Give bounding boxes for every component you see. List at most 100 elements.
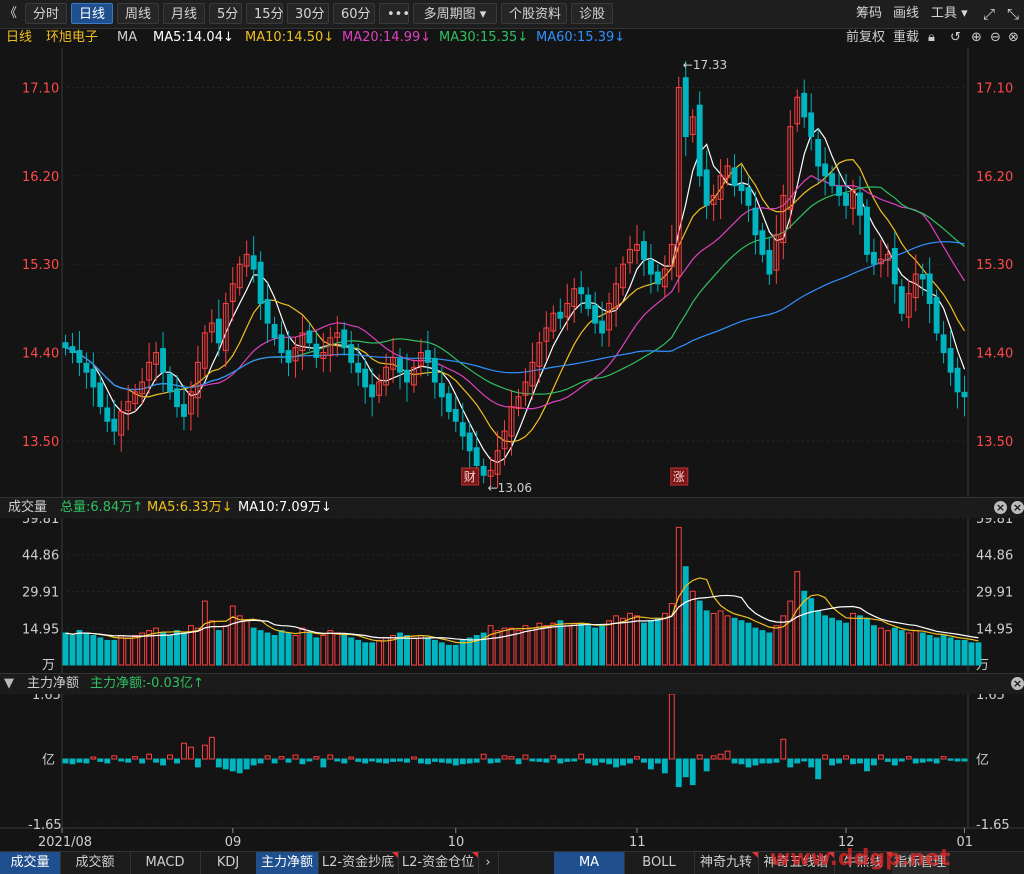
toolbar-button-6[interactable]: 30分 xyxy=(287,3,329,24)
volume-bar xyxy=(487,625,494,666)
double-chevron-left-icon[interactable]: 《 xyxy=(4,4,17,24)
flow-bar xyxy=(654,758,661,764)
candle-body xyxy=(215,318,222,344)
overlay-tab-5[interactable]: 指标管理 xyxy=(892,852,949,874)
expand-icon[interactable]: ⤢ xyxy=(983,4,995,24)
overlay-tab-0[interactable]: MA xyxy=(554,852,625,874)
flow-bar xyxy=(703,758,710,772)
flow-bar xyxy=(257,758,264,764)
indicator-tab-6[interactable]: L2-资金仓位 xyxy=(398,852,479,874)
flow-bar xyxy=(731,758,738,764)
volume-bar xyxy=(299,627,306,666)
overlay-tab-4[interactable]: 牛熊线 xyxy=(834,852,893,874)
toolbar-button-5[interactable]: 15分 xyxy=(246,3,284,24)
flow-bar xyxy=(738,758,745,765)
indicator-tab-0[interactable]: 成交量 xyxy=(0,852,61,874)
flow-bar xyxy=(264,755,271,760)
flow-bar xyxy=(843,755,849,760)
toolbar-button-7[interactable]: 60分 xyxy=(333,3,375,24)
volume-bar xyxy=(634,615,640,666)
toolbar-button-3[interactable]: 月线 xyxy=(163,3,205,24)
candle-body xyxy=(843,192,849,206)
toolbar-button-2[interactable]: 周线 xyxy=(117,3,159,24)
volume-bar xyxy=(424,637,431,666)
flow-bar xyxy=(320,758,327,768)
flow-bar xyxy=(919,758,926,763)
ma20-value: MA20:14.99↓ xyxy=(342,30,432,45)
close-icon[interactable]: ⊗ xyxy=(1008,28,1019,48)
indicator-tab-4[interactable]: 主力净额 xyxy=(256,852,319,874)
flow-bar xyxy=(313,756,320,760)
x-tick-label: 09 xyxy=(225,835,242,850)
candle-body xyxy=(174,388,180,408)
volume-bar xyxy=(529,627,536,666)
flow-title[interactable]: 主力净额 xyxy=(27,674,79,694)
flow-bar xyxy=(341,758,348,764)
tabs-next-icon[interactable]: › xyxy=(478,852,499,874)
flow-bar xyxy=(459,758,466,765)
indicator-name[interactable]: MA xyxy=(117,28,137,48)
flow-bar xyxy=(912,758,919,764)
volume-bar xyxy=(975,642,982,666)
stock-name[interactable]: 环旭电子 xyxy=(46,28,98,48)
ma10-line xyxy=(65,158,966,443)
collapse-down-icon[interactable]: ▼ xyxy=(4,674,14,694)
flow-bar xyxy=(606,758,613,765)
toolbar-button-1[interactable]: 日线 xyxy=(71,3,113,24)
candle-body xyxy=(745,187,752,206)
lock-icon[interactable]: 🔒︎ xyxy=(928,28,935,48)
indicator-tab-1[interactable]: 成交额 xyxy=(60,852,131,874)
flow-bar xyxy=(696,754,703,760)
flow-bar xyxy=(97,758,104,762)
flow-bar xyxy=(661,758,668,774)
toolbar-button-10[interactable]: 个股资料 xyxy=(501,3,567,24)
flow-bar xyxy=(508,756,515,760)
volume-close-icon[interactable]: × xyxy=(994,501,1007,514)
flow-bar xyxy=(759,758,766,764)
volume-tick-left: 29.91 xyxy=(22,585,59,600)
flow-bar xyxy=(752,758,759,766)
reload-button[interactable]: 重载 xyxy=(893,28,919,48)
qianfuquan-button[interactable]: 前复权 xyxy=(846,28,885,48)
candle-body xyxy=(696,104,703,177)
overlay-tab-2[interactable]: 神奇九转 xyxy=(694,852,759,874)
toolbar-button-11[interactable]: 诊股 xyxy=(571,3,613,24)
volume-title[interactable]: 成交量 xyxy=(8,498,47,518)
flow-bar xyxy=(870,758,877,766)
candle-body xyxy=(647,260,654,275)
toolbar-button-0[interactable]: 分时 xyxy=(25,3,67,24)
flow-bar xyxy=(383,758,390,764)
volume-bar xyxy=(250,627,257,666)
chouma-button[interactable]: 筹码 xyxy=(856,4,882,24)
candle-body xyxy=(829,173,836,187)
toolbar-button-9[interactable]: 多周期图 ▾ xyxy=(413,3,497,24)
toolbar-button-4[interactable]: 5分 xyxy=(209,3,242,24)
zoom-in-icon[interactable]: ⊕ xyxy=(971,28,982,48)
tools-menu[interactable]: 工具 ▾ xyxy=(931,4,968,24)
flow-bar xyxy=(794,758,801,764)
volume-close-icon-2[interactable]: × xyxy=(1011,501,1024,514)
overlay-tab-3[interactable]: 神奇五线谱 xyxy=(758,852,835,874)
volume-bar xyxy=(620,617,626,666)
zoom-out-icon[interactable]: ⊖ xyxy=(990,28,1001,48)
indicator-tab-3[interactable]: KDJ xyxy=(200,852,257,874)
indicator-tab-5[interactable]: L2-资金抄底 xyxy=(318,852,399,874)
flow-close-icon[interactable]: × xyxy=(1011,677,1024,690)
flow-bar xyxy=(898,758,905,762)
stock-chart[interactable]: 17.10 17.10 16.20 16.20 15.30 15.30 14.40 14.40… xyxy=(0,48,1024,851)
volume-bar xyxy=(808,598,815,666)
undo-icon[interactable]: ↺ xyxy=(950,28,961,48)
indicator-tab-2[interactable]: MACD xyxy=(130,852,201,874)
candle-body xyxy=(822,163,829,177)
volume-bar xyxy=(271,635,278,666)
volume-bar xyxy=(341,635,348,666)
collapse-icon[interactable]: ⤡ xyxy=(1007,4,1019,24)
toolbar-button-8[interactable]: ••• xyxy=(379,3,410,24)
flow-bar xyxy=(620,758,626,766)
overlay-tab-1[interactable]: BOLL xyxy=(624,852,695,874)
flow-bar xyxy=(187,746,194,760)
volume-bar xyxy=(857,615,863,666)
huaxian-button[interactable]: 画线 xyxy=(893,4,919,24)
candle-body xyxy=(808,112,815,138)
period-label: 日线 xyxy=(6,30,33,45)
